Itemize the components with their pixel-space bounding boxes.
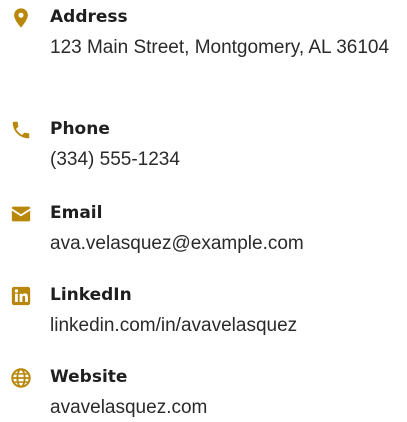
- address-value: 123 Main Street, Montgomery, AL 36104: [50, 37, 390, 58]
- email-label: Email: [50, 203, 103, 223]
- globe-icon: [10, 367, 32, 389]
- envelope-icon: [10, 203, 32, 225]
- website-value[interactable]: avavelasquez.com: [50, 394, 395, 422]
- contact-info-list: Address 123 Main Street, Montgomery, AL …: [0, 0, 407, 421]
- phone-icon: [10, 119, 32, 141]
- map-pin-icon: [10, 7, 32, 29]
- website-label: Website: [50, 367, 128, 387]
- linkedin-icon: [10, 285, 32, 307]
- email-value[interactable]: ava.velasquez@example.com: [50, 230, 395, 258]
- linkedin-label: LinkedIn: [50, 285, 132, 305]
- linkedin-value[interactable]: linkedin.com/in/avavelasquez: [50, 312, 395, 340]
- phone-value: (334) 555-1234: [50, 149, 180, 170]
- phone-label: Phone: [50, 119, 110, 139]
- address-label: Address: [50, 7, 128, 27]
